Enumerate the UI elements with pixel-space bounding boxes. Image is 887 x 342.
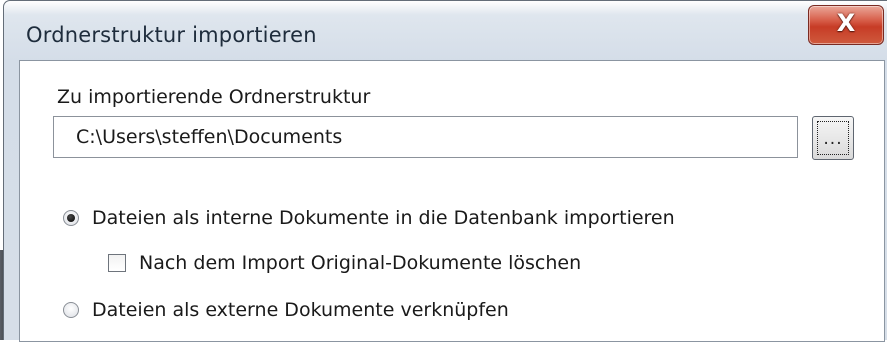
title-bar[interactable]: Ordnerstruktur importieren X <box>4 1 887 59</box>
radio-option-import-internal[interactable]: Dateien als interne Dokumente in die Dat… <box>63 207 675 229</box>
radio-label-import-internal: Dateien als interne Dokumente in die Dat… <box>92 207 675 229</box>
close-icon: X <box>836 9 856 37</box>
browse-button[interactable]: ... <box>812 116 854 160</box>
ellipsis-icon: ... <box>823 129 843 149</box>
radio-label-link-external: Dateien als externe Dokumente verknüpfen <box>92 299 509 321</box>
radio-option-link-external[interactable]: Dateien als externe Dokumente verknüpfen <box>63 299 509 321</box>
radio-button-icon[interactable] <box>63 302 79 318</box>
radio-button-selected-icon[interactable] <box>63 210 79 226</box>
close-button[interactable]: X <box>808 5 884 45</box>
folder-path-input[interactable] <box>53 116 798 158</box>
checkbox-option-delete-originals[interactable]: Nach dem Import Original-Dokumente lösch… <box>108 252 581 274</box>
checkbox-label-delete-originals: Nach dem Import Original-Dokumente lösch… <box>139 252 582 274</box>
folder-structure-label: Zu importierende Ordnerstruktur <box>57 86 371 108</box>
dialog-title: Ordnerstruktur importieren <box>26 23 317 47</box>
checkbox-icon[interactable] <box>108 254 126 272</box>
dialog-content: Zu importierende Ordnerstruktur ... Date… <box>19 60 885 342</box>
